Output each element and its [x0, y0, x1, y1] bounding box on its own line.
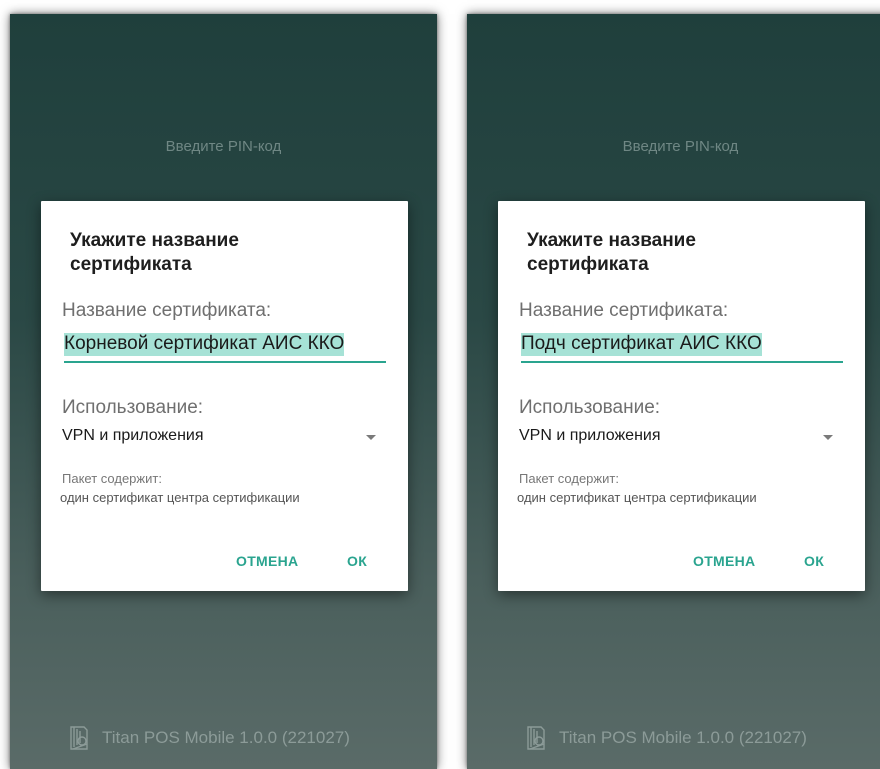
dropdown-arrow-icon [823, 435, 833, 440]
usage-dropdown[interactable]: VPN и приложения [62, 425, 380, 451]
pin-prompt: Введите PIN-код [622, 138, 739, 155]
app-footer: Titan POS Mobile 1.0.0 (221027) [525, 723, 807, 753]
titan-logo-icon [70, 726, 88, 750]
app-footer: Titan POS Mobile 1.0.0 (221027) [68, 723, 350, 753]
package-label: Пакет содержит: [62, 471, 162, 486]
certificate-name-input[interactable]: Корневой сертификат АИС ККО [64, 333, 386, 363]
usage-label: Использование: [519, 397, 661, 418]
certificate-name-value: Подч сертификат АИС ККО [521, 333, 762, 356]
ok-button[interactable]: ОК [347, 553, 367, 569]
usage-value: VPN и приложения [519, 427, 661, 444]
usage-dropdown[interactable]: VPN и приложения [519, 425, 837, 451]
cancel-button[interactable]: ОТМЕНА [236, 553, 298, 569]
package-label: Пакет содержит: [519, 471, 619, 486]
dropdown-arrow-icon [366, 435, 376, 440]
pin-prompt: Введите PIN-код [165, 138, 282, 155]
usage-value: VPN и приложения [62, 427, 204, 444]
ok-button[interactable]: ОК [804, 553, 824, 569]
dialog-title: Укажите название сертификата [70, 230, 239, 275]
package-value: один сертификат центра сертификации [517, 490, 757, 505]
phone-screen-left: Введите PIN-код Укажите название сертифи… [10, 14, 437, 769]
certificate-name-label: Название сертификата: [519, 300, 729, 321]
app-version: Titan POS Mobile 1.0.0 (221027) [559, 728, 807, 747]
phone-screen-right: Введите PIN-код Укажите название сертифи… [467, 14, 880, 769]
certificate-name-dialog: Укажите название сертификата Название се… [41, 201, 408, 591]
certificate-name-dialog: Укажите название сертификата Название се… [498, 201, 865, 591]
certificate-name-label: Название сертификата: [62, 300, 272, 321]
certificate-name-input[interactable]: Подч сертификат АИС ККО [521, 333, 843, 363]
cancel-button[interactable]: ОТМЕНА [693, 553, 755, 569]
package-value: один сертификат центра сертификации [60, 490, 300, 505]
certificate-name-value: Корневой сертификат АИС ККО [64, 333, 345, 356]
titan-logo-icon [527, 726, 545, 750]
usage-label: Использование: [62, 397, 204, 418]
dialog-title: Укажите название сертификата [527, 230, 696, 275]
app-version: Titan POS Mobile 1.0.0 (221027) [102, 728, 350, 747]
